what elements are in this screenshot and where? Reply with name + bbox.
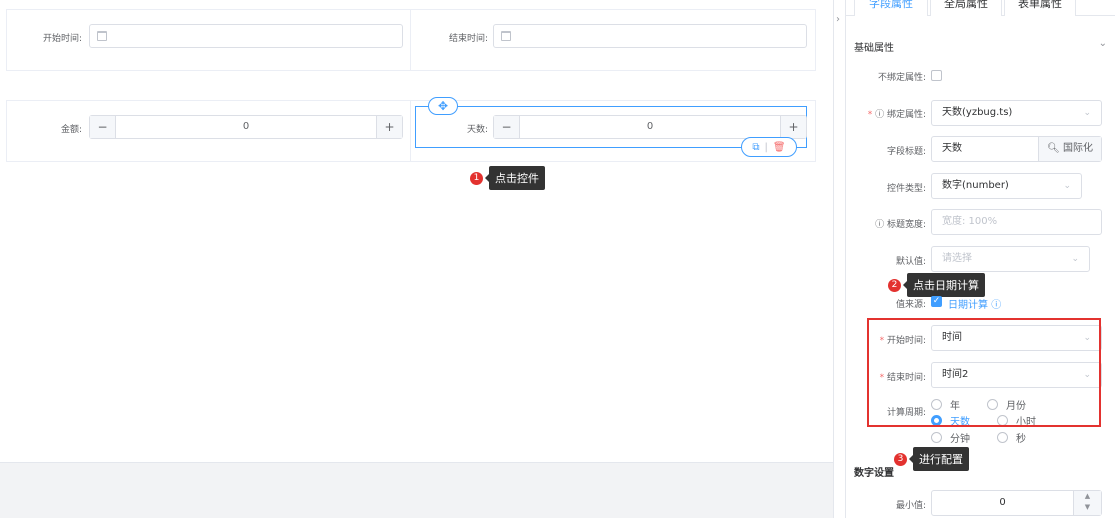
canvas-footer [0, 462, 833, 518]
end-time-input[interactable] [493, 24, 807, 48]
callout-number: 3 [894, 452, 907, 466]
search-icon: 🔍︎ [1047, 143, 1063, 154]
date-calc-link[interactable]: 日期计算 ⓘ [948, 296, 1001, 311]
move-handle-icon[interactable]: ✥ [428, 97, 458, 115]
decrement-button[interactable]: − [90, 116, 116, 138]
title-width-placeholder: 宽度: 100% [942, 216, 998, 227]
calendar-icon [97, 31, 107, 41]
section-basic[interactable]: 基础属性 [854, 39, 894, 54]
properties-panel: 字段属性 全局属性 表单属性 基础属性 ⌄ 不绑定属性: * ⓘ 绑定属性: 天… [845, 0, 1115, 518]
end-time-label: 结束时间: [448, 34, 488, 44]
help-icon: ⓘ [875, 110, 887, 120]
increment-button[interactable]: + [780, 116, 806, 138]
amount-label: 金额: [60, 125, 82, 135]
tab-field-properties[interactable]: 字段属性 [854, 0, 928, 16]
callout-number: 2 [888, 278, 901, 292]
calendar-icon [501, 31, 511, 41]
days-label: 天数: [466, 125, 488, 135]
callout-text: 点击日期计算 [903, 273, 985, 297]
field-title-value: 天数 [942, 143, 962, 154]
decrement-button[interactable]: − [494, 116, 520, 138]
callout-3: 3 进行配置 [894, 447, 969, 471]
control-type-label: 控件类型: [886, 184, 926, 194]
copy-icon[interactable]: ⧉ [752, 142, 759, 153]
field-title-label: 字段标题: [886, 147, 926, 157]
unbound-label: 不绑定属性: [877, 73, 926, 83]
min-value[interactable]: 0 [932, 491, 1073, 515]
default-value-label: 默认值: [895, 257, 926, 267]
days-value[interactable]: 0 [520, 116, 780, 138]
period-radio-minute[interactable]: 分钟 [931, 430, 970, 445]
help-icon: ⓘ [875, 220, 887, 230]
panel-splitter[interactable]: › [833, 0, 845, 518]
value-source-label: 值来源: [895, 300, 926, 310]
date-calc-checkbox[interactable]: ✓ [931, 296, 942, 307]
callout-text: 进行配置 [909, 447, 969, 471]
chevron-down-icon: ⌄ [1071, 254, 1079, 264]
default-placeholder: 请选择 [942, 253, 972, 264]
tab-form-properties[interactable]: 表单属性 [1004, 0, 1076, 16]
i18n-button[interactable]: 🔍︎ 国际化 [1038, 137, 1101, 161]
tab-global-properties[interactable]: 全局属性 [930, 0, 1002, 16]
days-number-input[interactable]: − 0 + [493, 115, 807, 139]
min-value-stepper[interactable]: 0 ▲ ▼ [931, 490, 1102, 516]
chevron-down-icon: ⌄ [1063, 181, 1071, 191]
amount-value[interactable]: 0 [116, 116, 376, 138]
section-number-settings: 数字设置 [854, 468, 894, 479]
title-width-label: ⓘ 标题宽度: [875, 220, 926, 230]
callout-2: 2 点击日期计算 [888, 273, 985, 297]
min-value-label: 最小值: [895, 501, 926, 511]
bind-attribute-select[interactable]: 天数(yzbug.ts) ⌄ [931, 100, 1102, 126]
start-time-label: 开始时间: [42, 34, 82, 44]
chevron-down-icon: ⌄ [1083, 108, 1091, 118]
bind-value: 天数(yzbug.ts) [942, 107, 1013, 118]
field-title-input[interactable]: 天数 🔍︎ 国际化 [931, 136, 1102, 162]
chevron-right-icon[interactable]: › [836, 14, 840, 25]
row-divider [410, 10, 411, 70]
annotation-highlight-box [867, 318, 1101, 427]
form-canvas: 开始时间: 结束时间: 金额: − 0 + 天数: − 0 + ✥ ⧉ | 🗑 … [0, 0, 833, 518]
panel-tabs: 字段属性 全局属性 表单属性 [846, 0, 1115, 16]
amount-number-input[interactable]: − 0 + [89, 115, 403, 139]
stepper-arrows-icon[interactable]: ▲ ▼ [1073, 491, 1101, 515]
chevron-down-icon[interactable]: ⌄ [1099, 38, 1107, 49]
increment-button[interactable]: + [376, 116, 402, 138]
start-time-input[interactable] [89, 24, 403, 48]
control-actions: ⧉ | 🗑 [741, 137, 797, 157]
title-width-input[interactable]: 宽度: 100% [931, 209, 1102, 235]
control-type-select[interactable]: 数字(number) ⌄ [931, 173, 1082, 199]
row-divider [410, 101, 411, 161]
delete-icon[interactable]: 🗑 [773, 142, 786, 153]
period-radio-second[interactable]: 秒 [997, 430, 1026, 445]
callout-number: 1 [470, 171, 483, 185]
callout-1: 1 点击控件 [470, 166, 545, 190]
callout-text: 点击控件 [485, 166, 545, 190]
unbound-checkbox[interactable] [931, 70, 942, 81]
default-value-select[interactable]: 请选择 ⌄ [931, 246, 1090, 272]
bind-label: * ⓘ 绑定属性: [867, 110, 926, 120]
separator: | [764, 141, 768, 153]
help-icon: ⓘ [991, 300, 1002, 311]
control-type-value: 数字(number) [942, 180, 1009, 191]
